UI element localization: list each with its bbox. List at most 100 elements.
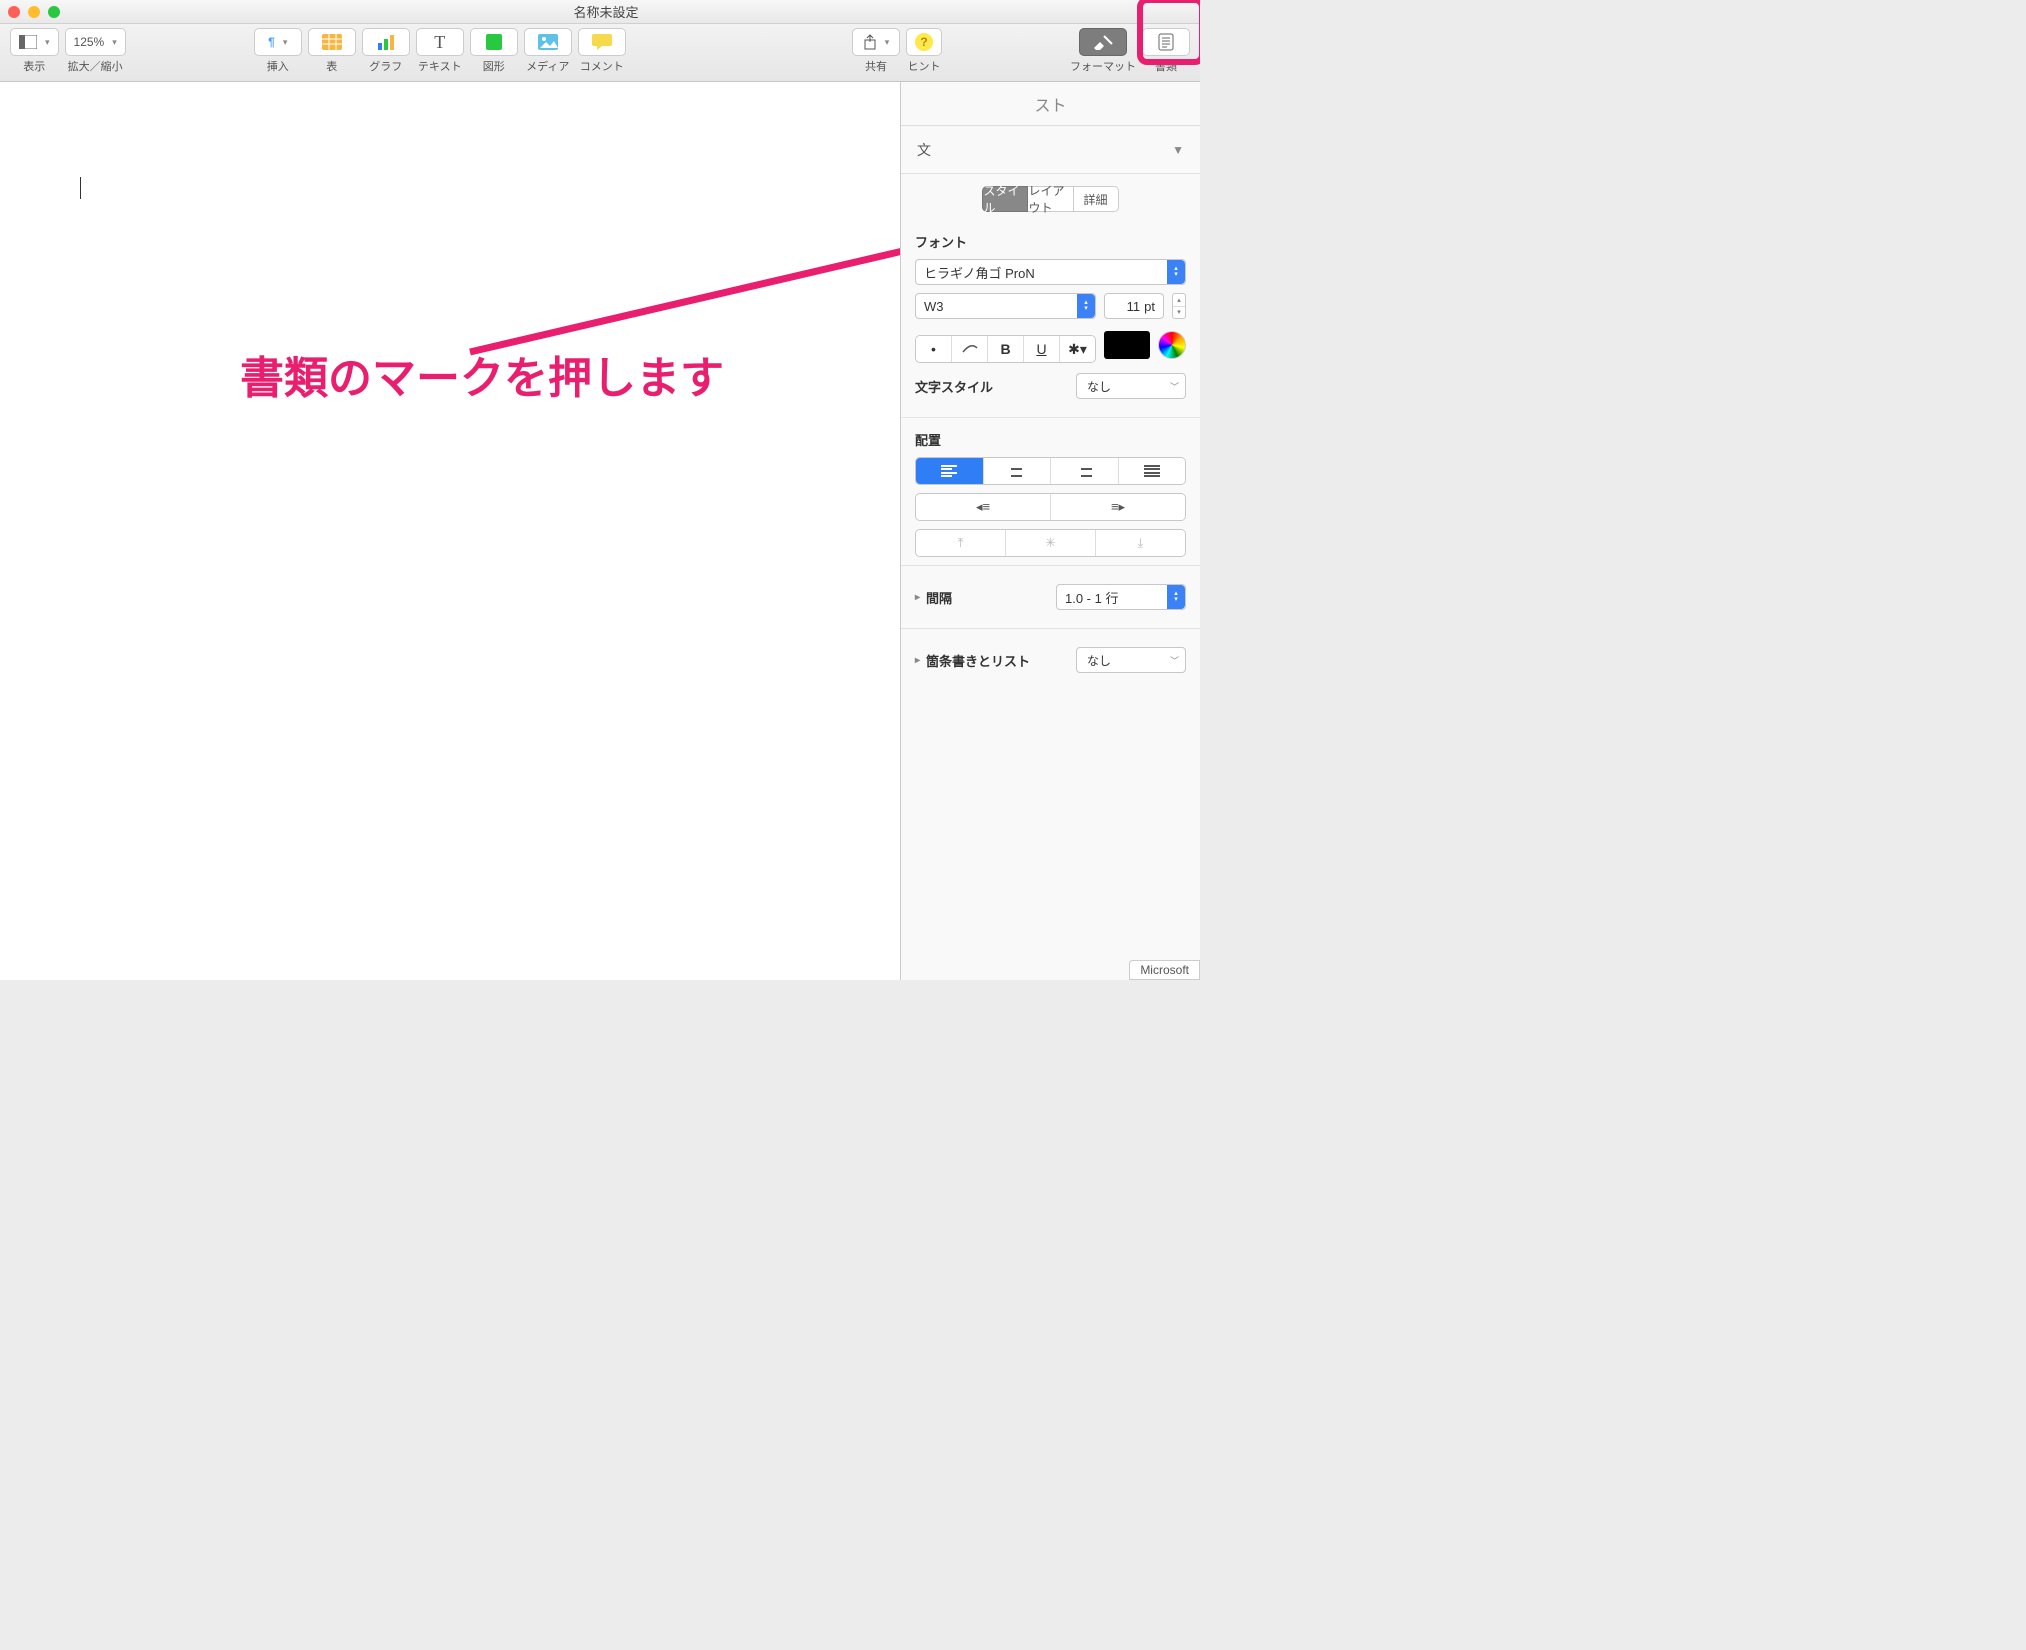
chevron-down-icon: ▼ [1172, 143, 1184, 157]
comment-button[interactable] [578, 28, 626, 56]
titlebar: 名称未設定 [0, 0, 1200, 24]
table-button[interactable] [308, 28, 356, 56]
valign-top-button[interactable]: ⤒ [916, 530, 1006, 556]
color-wheel-button[interactable] [1158, 331, 1186, 359]
main-area: 書類のマークを押します スト 文 ▼ スタイル レイアウト 詳細 フォント ヒラ… [0, 82, 1200, 980]
inspector-panel: スト 文 ▼ スタイル レイアウト 詳細 フォント ヒラギノ角ゴ ProN [900, 82, 1200, 980]
zoom-label: 拡大／縮小 [68, 58, 123, 74]
valign-bottom-button[interactable]: ⤓ [1096, 530, 1185, 556]
bullet-style-button[interactable]: • [916, 336, 952, 362]
select-stepper-icon [1077, 294, 1095, 318]
align-left-icon [941, 465, 957, 477]
text-color-swatch[interactable] [1104, 331, 1150, 359]
spacing-select[interactable]: 1.0 - 1 行 [1056, 584, 1186, 610]
table-icon [322, 34, 342, 50]
inspector-tabs: スタイル レイアウト 詳細 [970, 186, 1130, 212]
comment-icon [592, 34, 612, 50]
align-center-icon [1009, 465, 1025, 477]
align-right-icon [1076, 465, 1092, 477]
hint-icon: ? [915, 33, 933, 51]
valign-middle-button[interactable]: ✳ [1006, 530, 1096, 556]
tab-layout[interactable]: レイアウト [1028, 186, 1073, 212]
alignment-section: 配置 ◂≡ ≡▸ ⤒ ✳ ⤓ [901, 417, 1200, 561]
tab-detail[interactable]: 詳細 [1074, 186, 1119, 212]
insert-button[interactable]: ¶ [254, 28, 302, 56]
hint-button[interactable]: ? [906, 28, 942, 56]
bullets-value: なし [1087, 652, 1111, 669]
font-size-stepper[interactable]: ▴▾ [1172, 293, 1186, 319]
bullets-disclosure[interactable]: 箇条書きとリスト なし [901, 633, 1200, 687]
strike-style-button[interactable] [952, 336, 988, 362]
alignment-section-label: 配置 [915, 430, 1186, 449]
document-label: 書類 [1155, 58, 1177, 74]
chart-button[interactable] [362, 28, 410, 56]
view-label: 表示 [23, 58, 45, 74]
bold-button[interactable]: B [988, 336, 1024, 362]
outdent-button[interactable]: ◂≡ [916, 494, 1051, 520]
shape-label: 図形 [483, 58, 505, 74]
vertical-alignment: ⤒ ✳ ⤓ [915, 529, 1186, 557]
share-icon [863, 34, 877, 50]
app-window: 名称未設定 表示 125% 拡大／縮小 ¶ 挿入 [0, 0, 1200, 980]
zoom-button[interactable]: 125% [65, 28, 126, 56]
select-stepper-icon [1167, 585, 1185, 609]
window-title: 名称未設定 [60, 2, 1152, 21]
horizontal-alignment [915, 457, 1186, 485]
align-justify-icon [1144, 465, 1160, 477]
indent-button[interactable]: ≡▸ [1051, 494, 1185, 520]
font-size-input[interactable]: 11 pt [1104, 293, 1164, 319]
brush-icon [1092, 34, 1114, 50]
media-icon [538, 34, 558, 50]
paragraph-style-selector[interactable]: 文 ▼ [901, 126, 1200, 174]
view-button[interactable] [10, 28, 59, 56]
panel-tab-label-partial: スト [1034, 92, 1066, 116]
spacing-disclosure[interactable]: 間隔 1.0 - 1 行 [901, 570, 1200, 624]
indent-icon: ≡▸ [1111, 499, 1125, 515]
close-window-button[interactable] [8, 6, 20, 18]
text-button[interactable]: T [416, 28, 464, 56]
align-right-button[interactable] [1051, 458, 1119, 484]
comment-label: コメント [580, 58, 624, 74]
document-canvas[interactable]: 書類のマークを押します [0, 82, 900, 980]
zoom-window-button[interactable] [48, 6, 60, 18]
media-label: メディア [526, 58, 569, 74]
bullets-select[interactable]: なし [1076, 647, 1186, 673]
text-label: テキスト [418, 58, 462, 74]
bullets-label: 箇条書きとリスト [915, 651, 1030, 670]
tab-style[interactable]: スタイル [982, 186, 1028, 212]
align-justify-button[interactable] [1119, 458, 1186, 484]
char-style-label: 文字スタイル [915, 377, 993, 396]
chart-icon [376, 34, 396, 50]
font-family-value: ヒラギノ角ゴ ProN [924, 263, 1035, 282]
font-weight-select[interactable]: W3 [915, 293, 1096, 319]
valign-bottom-icon: ⤓ [1138, 535, 1144, 551]
share-button[interactable] [852, 28, 900, 56]
font-family-select[interactable]: ヒラギノ角ゴ ProN [915, 259, 1186, 285]
annotation-text: 書類のマークを押します [240, 342, 724, 406]
indent-row: ◂≡ ≡▸ [915, 493, 1186, 521]
window-controls [8, 6, 60, 18]
paragraph-style-name-partial: 文 [917, 140, 935, 160]
align-left-button[interactable] [916, 458, 984, 484]
char-style-value: なし [1087, 378, 1111, 395]
media-button[interactable] [524, 28, 572, 56]
format-button[interactable] [1079, 28, 1127, 56]
font-gear-button[interactable]: ✱▾ [1060, 336, 1095, 362]
format-label: フォーマット [1070, 58, 1136, 74]
footer-tag: Microsoft [1129, 960, 1200, 980]
gear-icon: ✱▾ [1068, 341, 1087, 358]
char-style-select[interactable]: なし [1076, 373, 1186, 399]
shape-icon [486, 34, 502, 50]
valign-middle-icon: ✳ [1045, 535, 1056, 551]
spacing-value: 1.0 - 1 行 [1065, 588, 1118, 607]
shape-button[interactable] [470, 28, 518, 56]
align-center-button[interactable] [984, 458, 1052, 484]
table-label: 表 [326, 58, 337, 74]
underline-button[interactable]: U [1024, 336, 1060, 362]
select-stepper-icon [1167, 260, 1185, 284]
document-button[interactable] [1142, 28, 1190, 56]
outdent-icon: ◂≡ [976, 499, 990, 515]
share-label: 共有 [865, 58, 887, 74]
hint-label: ヒント [908, 58, 941, 74]
minimize-window-button[interactable] [28, 6, 40, 18]
